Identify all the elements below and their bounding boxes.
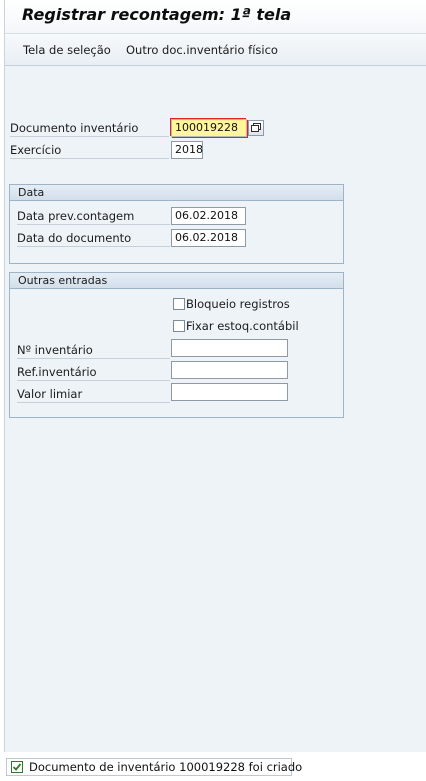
document-label: Documento inventário bbox=[10, 119, 169, 137]
application-toolbar: Tela de seleção Outro doc.inventário fís… bbox=[5, 34, 426, 66]
document-date-field[interactable]: 06.02.2018 bbox=[171, 229, 246, 247]
other-entries-group-title: Outras entradas bbox=[10, 273, 343, 289]
success-check-icon bbox=[11, 761, 23, 773]
planned-count-date-field[interactable]: 06.02.2018 bbox=[171, 207, 246, 225]
document-date-label: Data do documento bbox=[17, 229, 170, 247]
document-field[interactable]: 100019228 bbox=[171, 119, 247, 137]
sap-window: Registrar recontagem: 1ª tela Tela de se… bbox=[4, 0, 426, 752]
threshold-value-label: Valor limiar bbox=[17, 385, 170, 403]
posting-block-label: Bloqueio registros bbox=[186, 297, 290, 311]
posting-block-checkbox[interactable] bbox=[173, 298, 185, 310]
physical-inventory-number-field[interactable] bbox=[171, 339, 288, 357]
fiscal-year-field[interactable]: 2018 bbox=[171, 141, 203, 159]
title-bar: Registrar recontagem: 1ª tela bbox=[5, 0, 426, 34]
physical-inventory-ref-label: Ref.inventário bbox=[17, 363, 170, 381]
physical-inventory-ref-field[interactable] bbox=[171, 361, 288, 379]
freeze-book-inventory-label: Fixar estoq.contábil bbox=[186, 319, 299, 333]
freeze-book-inventory-checkbox[interactable] bbox=[173, 320, 185, 332]
main-content: Documento inventário 100019228 Exercício… bbox=[5, 67, 426, 752]
page-title: Registrar recontagem: 1ª tela bbox=[22, 5, 292, 24]
other-entries-group: Outras entradas Bloqueio registros Fixar… bbox=[9, 272, 344, 418]
date-group-title: Data bbox=[10, 185, 343, 201]
date-group: Data Data prev.contagem 06.02.2018 Data … bbox=[9, 184, 344, 264]
physical-inventory-number-label: Nº inventário bbox=[17, 341, 170, 359]
fiscal-year-label: Exercício bbox=[10, 141, 169, 159]
status-bar: Documento de inventário 100019228 foi cr… bbox=[0, 752, 426, 781]
selection-screen-button[interactable]: Tela de seleção bbox=[23, 41, 111, 59]
threshold-value-field[interactable] bbox=[171, 383, 288, 401]
other-document-button[interactable]: Outro doc.inventário físico bbox=[126, 41, 278, 59]
status-message-box[interactable]: Documento de inventário 100019228 foi cr… bbox=[6, 758, 302, 776]
copy-icon[interactable] bbox=[248, 120, 264, 136]
planned-count-date-label: Data prev.contagem bbox=[17, 207, 170, 225]
status-message: Documento de inventário 100019228 foi cr… bbox=[29, 760, 303, 774]
